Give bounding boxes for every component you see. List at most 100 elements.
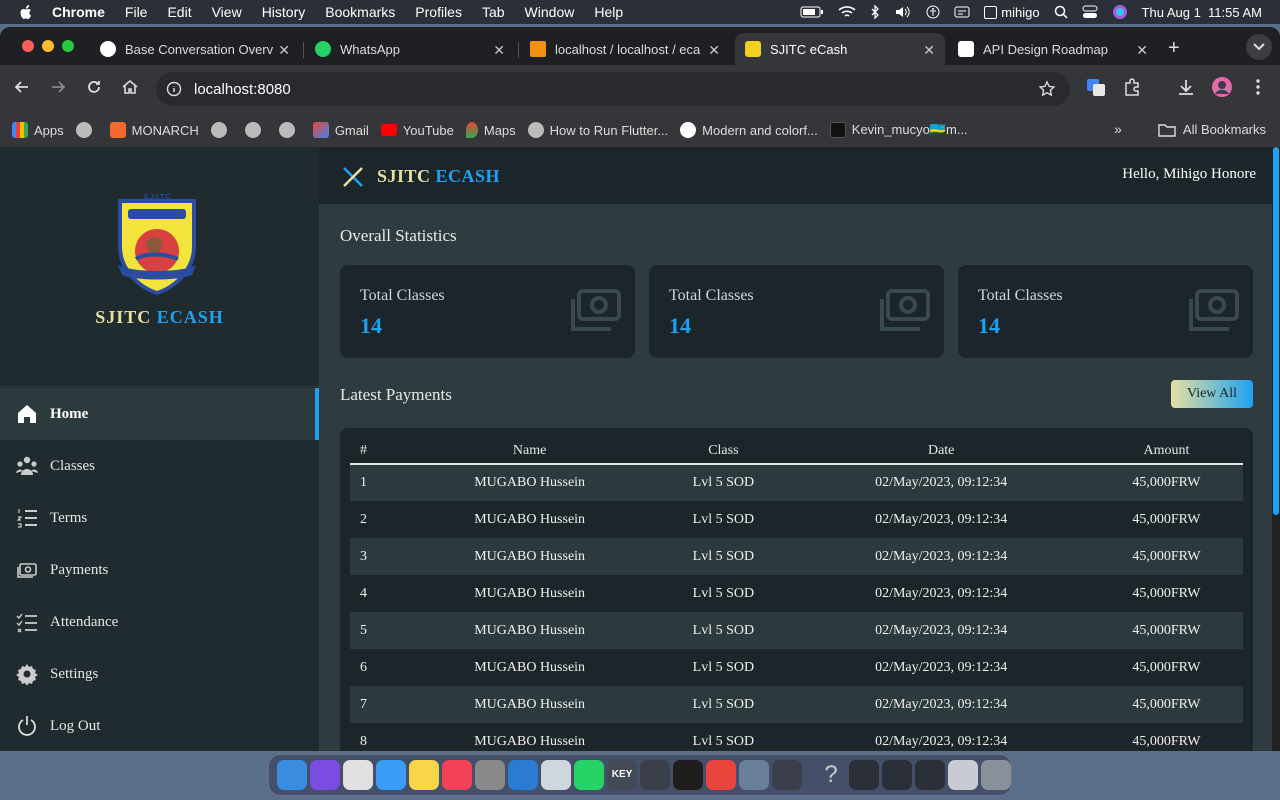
bookmark-kevin[interactable]: Kevin_mucyo🇷🇼m... xyxy=(829,122,968,138)
keyboard-icon[interactable] xyxy=(849,760,879,790)
home-browser-icon[interactable] xyxy=(120,77,140,97)
table-row[interactable]: 4 MUGABO Hussein Lvl 5 SOD 02/May/2023, 09:… xyxy=(350,575,1243,612)
close-tab-icon[interactable]: ✕ xyxy=(1136,42,1148,59)
nav-attendance[interactable]: Attendance xyxy=(0,596,319,648)
table-row[interactable]: 2 MUGABO Hussein Lvl 5 SOD 02/May/2023, 09:… xyxy=(350,501,1243,538)
figma-icon[interactable] xyxy=(673,760,703,790)
tab-base-conversation[interactable]: Base Conversation Overv ✕ xyxy=(90,33,300,65)
nav-payments[interactable]: Payments xyxy=(0,544,319,596)
bookmark-globe[interactable] xyxy=(75,122,98,138)
keyboard-icon[interactable] xyxy=(882,760,912,790)
close-tab-icon[interactable]: ✕ xyxy=(278,42,290,59)
profile-avatar-icon[interactable] xyxy=(1212,77,1232,97)
keychain-icon[interactable]: KEY xyxy=(607,760,637,790)
close-tab-icon[interactable]: ✕ xyxy=(923,42,935,59)
menu-bookmarks[interactable]: Bookmarks xyxy=(325,4,395,20)
table-row[interactable]: 5 MUGABO Hussein Lvl 5 SOD 02/May/2023, 09:… xyxy=(350,612,1243,649)
menu-help[interactable]: Help xyxy=(594,4,623,20)
bookmark-apps[interactable]: Apps xyxy=(12,122,64,138)
app-gear-icon[interactable] xyxy=(541,760,571,790)
view-all-button[interactable]: View All xyxy=(1171,380,1253,408)
launchpad-icon[interactable] xyxy=(343,760,373,790)
bookmark-globe[interactable] xyxy=(278,122,301,138)
system-settings-icon[interactable] xyxy=(475,760,505,790)
display-icon[interactable] xyxy=(954,6,970,18)
mail-icon[interactable] xyxy=(376,760,406,790)
more-bookmarks-icon[interactable]: » xyxy=(1114,121,1122,137)
vscode-icon[interactable] xyxy=(508,760,538,790)
close-sidebar-icon[interactable] xyxy=(341,165,365,189)
download-icon[interactable] xyxy=(1176,77,1196,97)
menu-app-name[interactable]: Chrome xyxy=(52,4,105,20)
help-icon[interactable]: ? xyxy=(816,760,846,790)
battery-icon[interactable] xyxy=(800,6,824,18)
new-tab-button[interactable]: + xyxy=(1168,37,1180,60)
menubar-clock[interactable]: Thu Aug 1 11:55 AM xyxy=(1142,5,1262,20)
apple-logo-icon[interactable] xyxy=(18,4,34,20)
trash-icon[interactable] xyxy=(981,760,1011,790)
bookmark-star-icon[interactable] xyxy=(1038,80,1056,98)
table-row[interactable]: 7 MUGABO Hussein Lvl 5 SOD 02/May/2023, 09:… xyxy=(350,686,1243,723)
bookmark-youtube[interactable]: YouTube xyxy=(380,123,454,138)
tab-whatsapp[interactable]: WhatsApp ✕ xyxy=(305,33,515,65)
nav-logout[interactable]: Log Out xyxy=(0,700,319,751)
extensions-puzzle-icon[interactable] xyxy=(1122,77,1142,97)
table-row[interactable]: 1 MUGABO Hussein Lvl 5 SOD 02/May/2023, 09:… xyxy=(350,464,1243,501)
table-row[interactable]: 6 MUGABO Hussein Lvl 5 SOD 02/May/2023, 09:… xyxy=(350,649,1243,686)
accessibility-icon[interactable] xyxy=(926,5,940,19)
menu-window[interactable]: Window xyxy=(525,4,575,20)
siri-icon[interactable] xyxy=(1112,4,1128,20)
music-icon[interactable] xyxy=(442,760,472,790)
spotlight-search-icon[interactable] xyxy=(1054,5,1068,19)
tab-sjitc-ecash[interactable]: SJITC eCash ✕ xyxy=(735,33,945,65)
table-row[interactable]: 3 MUGABO Hussein Lvl 5 SOD 02/May/2023, 09:… xyxy=(350,538,1243,575)
scrollbar-thumb[interactable] xyxy=(1273,147,1279,515)
tab-api-design-roadmap[interactable]: API Design Roadmap ✕ xyxy=(948,33,1158,65)
menu-profiles[interactable]: Profiles xyxy=(415,4,462,20)
nav-classes[interactable]: Classes xyxy=(0,440,319,492)
finder-icon[interactable] xyxy=(277,760,307,790)
menu-file[interactable]: File xyxy=(125,4,148,20)
menu-tab[interactable]: Tab xyxy=(482,4,505,20)
minimize-window-button[interactable] xyxy=(42,40,54,52)
chrome-icon[interactable] xyxy=(706,760,736,790)
window-icon[interactable] xyxy=(640,760,670,790)
bookmark-flutter[interactable]: How to Run Flutter... xyxy=(527,122,668,138)
nav-settings[interactable]: Settings xyxy=(0,648,319,700)
wifi-icon[interactable] xyxy=(838,5,856,19)
bookmark-modern[interactable]: Modern and colorf... xyxy=(680,122,818,138)
kebab-menu-icon[interactable] xyxy=(1248,77,1268,97)
notes-icon[interactable] xyxy=(409,760,439,790)
menu-history[interactable]: History xyxy=(262,4,306,20)
user-status[interactable]: mihigo xyxy=(984,5,1040,20)
bookmark-globe[interactable] xyxy=(244,122,267,138)
back-arrow-icon[interactable] xyxy=(12,77,32,97)
address-bar[interactable]: localhost:8080 xyxy=(156,72,1070,106)
translate-extension-icon[interactable] xyxy=(1086,77,1106,97)
bookmark-monarch[interactable]: MONARCH xyxy=(109,122,199,138)
volume-icon[interactable] xyxy=(894,5,912,19)
close-tab-icon[interactable]: ✕ xyxy=(708,42,720,59)
whatsapp-icon[interactable] xyxy=(574,760,604,790)
bluetooth-icon[interactable] xyxy=(870,5,880,19)
menu-edit[interactable]: Edit xyxy=(167,4,191,20)
close-window-button[interactable] xyxy=(22,40,34,52)
reload-icon[interactable] xyxy=(84,77,104,97)
tab-search-button[interactable] xyxy=(1246,34,1272,60)
siri-icon[interactable] xyxy=(310,760,340,790)
nav-terms[interactable]: Terms xyxy=(0,492,319,544)
all-bookmarks-button[interactable]: All Bookmarks xyxy=(1158,122,1266,137)
preview-icon[interactable] xyxy=(739,760,769,790)
keyboard-icon[interactable] xyxy=(915,760,945,790)
bookmark-globe[interactable] xyxy=(210,122,233,138)
site-info-icon[interactable] xyxy=(166,81,182,97)
forward-arrow-icon[interactable] xyxy=(48,77,68,97)
menu-view[interactable]: View xyxy=(212,4,242,20)
bookmark-gmail[interactable]: Gmail xyxy=(312,122,369,138)
close-tab-icon[interactable]: ✕ xyxy=(493,42,505,59)
page-scrollbar[interactable] xyxy=(1272,147,1280,751)
screenshot-icon[interactable] xyxy=(948,760,978,790)
user-greeting[interactable]: Hello, Mihigo Honore xyxy=(1122,166,1256,183)
table-row[interactable]: 8 MUGABO Hussein Lvl 5 SOD 02/May/2023, 09:… xyxy=(350,723,1243,751)
zoom-window-button[interactable] xyxy=(62,40,74,52)
